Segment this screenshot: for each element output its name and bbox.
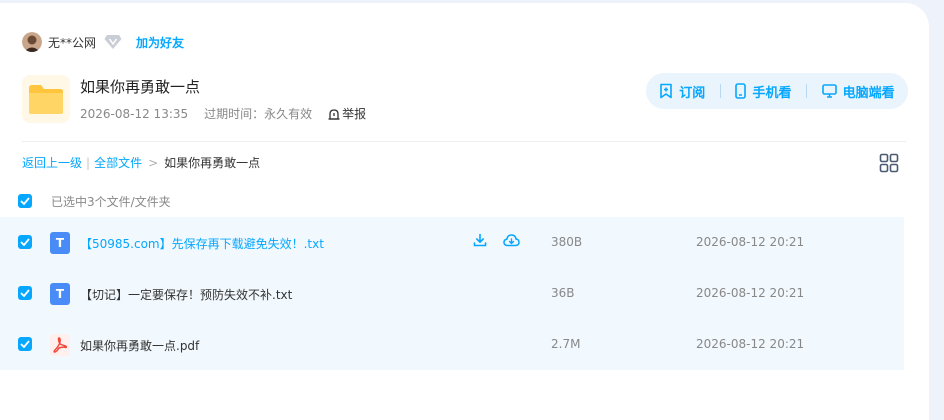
row-checkbox[interactable] xyxy=(18,337,32,351)
file-date: 2026-08-12 20:21 xyxy=(696,235,805,249)
select-all-checkbox[interactable] xyxy=(18,194,32,208)
avatar[interactable] xyxy=(22,32,42,52)
row-checkbox[interactable] xyxy=(18,286,32,300)
check-icon xyxy=(20,238,30,246)
breadcrumb-separator: | xyxy=(86,155,91,170)
file-list: T 【50985.com】先保存再下载避免失效！.txt 380B 2026-0… xyxy=(0,217,904,370)
folder-icon xyxy=(22,75,70,123)
header-divider xyxy=(22,141,906,142)
select-all-row: 已选中3个文件/文件夹 xyxy=(18,191,171,211)
file-size: 2.7M xyxy=(551,337,581,351)
breadcrumb-current: 如果你再勇敢一点 xyxy=(164,156,261,170)
mobile-view-button[interactable]: 手机看 xyxy=(735,82,791,101)
owner-name: 无**公网 xyxy=(48,35,97,50)
file-date: 2026-08-12 20:21 xyxy=(696,337,805,351)
expiry-value: 永久有效 xyxy=(264,107,313,121)
report-label: 举报 xyxy=(342,107,367,121)
file-name[interactable]: 如果你再勇敢一点.pdf xyxy=(80,337,199,354)
selection-count: 已选中3个文件/文件夹 xyxy=(51,194,171,209)
file-row[interactable]: 如果你再勇敢一点.pdf 2.7M 2026-08-12 20:21 xyxy=(0,319,904,370)
txt-file-icon: T xyxy=(50,232,70,254)
save-to-cloud-icon[interactable] xyxy=(503,233,520,247)
breadcrumb-all-files[interactable]: 全部文件 xyxy=(94,154,142,171)
subscribe-label: 订阅 xyxy=(679,85,706,101)
file-size: 380B xyxy=(551,235,583,249)
monitor-icon xyxy=(821,84,837,98)
bookmark-plus-icon xyxy=(660,83,673,99)
mobile-view-label: 手机看 xyxy=(752,85,792,101)
add-friend-link[interactable]: 加为好友 xyxy=(136,34,184,51)
desktop-view-label: 电脑端看 xyxy=(842,85,895,101)
breadcrumb: 返回上一级 | 全部文件 > 如果你再勇敢一点 xyxy=(22,154,260,171)
view-actions: 订阅 手机看 电脑端看 xyxy=(646,73,908,109)
file-name[interactable]: 【50985.com】先保存再下载避免失效！.txt xyxy=(80,235,324,252)
pdf-file-icon xyxy=(50,334,70,356)
file-row[interactable]: T 【50985.com】先保存再下载避免失效！.txt 380B 2026-0… xyxy=(0,217,904,268)
report-icon xyxy=(328,108,340,120)
share-created-date: 2026-08-12 13:35 xyxy=(80,106,189,121)
breadcrumb-arrow: > xyxy=(148,155,159,170)
owner-row: 无**公网 加为好友 xyxy=(22,31,184,53)
desktop-view-button[interactable]: 电脑端看 xyxy=(821,82,895,101)
phone-icon xyxy=(735,83,747,99)
row-checkbox[interactable] xyxy=(18,235,32,249)
download-icon[interactable] xyxy=(473,233,487,247)
check-icon xyxy=(20,197,30,205)
expiry-label: 过期时间： xyxy=(204,107,265,121)
file-size: 36B xyxy=(551,286,575,300)
divider xyxy=(806,84,808,98)
check-icon xyxy=(20,289,30,297)
vip-diamond-icon xyxy=(104,34,122,50)
file-row[interactable]: T 【切记】一定要保存！预防失效不补.txt 36B 2026-08-12 20… xyxy=(0,268,904,319)
file-date: 2026-08-12 20:21 xyxy=(696,286,805,300)
subscribe-button[interactable]: 订阅 xyxy=(659,82,705,101)
breadcrumb-back[interactable]: 返回上一级 xyxy=(22,154,82,171)
divider xyxy=(719,84,721,98)
report-button[interactable]: 举报 xyxy=(328,105,366,122)
share-title: 如果你再勇敢一点 xyxy=(80,78,201,96)
grid-icon xyxy=(879,153,899,173)
txt-file-icon: T xyxy=(50,283,70,305)
grid-view-toggle[interactable] xyxy=(879,153,899,173)
check-icon xyxy=(20,340,30,348)
share-header: 如果你再勇敢一点 2026-08-12 13:35 过期时间： 永久有效 举报 xyxy=(22,74,366,124)
file-name[interactable]: 【切记】一定要保存！预防失效不补.txt xyxy=(80,286,292,303)
row-actions xyxy=(473,233,520,247)
share-card: 无**公网 加为好友 如果你再勇敢一点 2026-08-12 13:35 过期时… xyxy=(0,3,929,420)
